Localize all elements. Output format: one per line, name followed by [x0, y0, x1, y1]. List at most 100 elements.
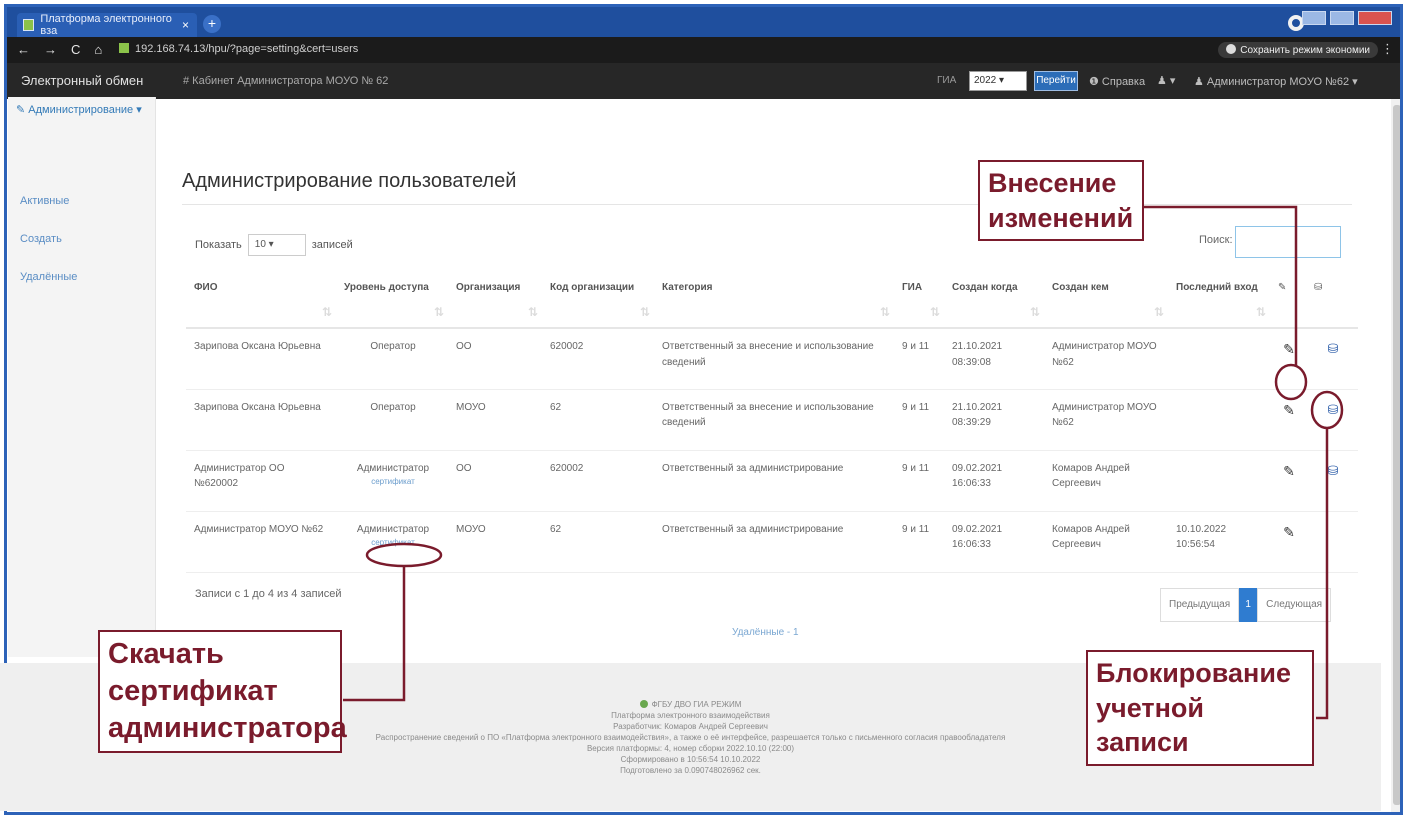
- page-title: Администрирование пользователей: [182, 170, 517, 192]
- cell-last-login: [1168, 389, 1270, 451]
- cell-category: Ответственный за внесение и использовани…: [654, 328, 894, 390]
- go-button[interactable]: Перейти: [1034, 71, 1078, 91]
- search-input[interactable]: [1235, 226, 1341, 258]
- edit-button[interactable]: ✎: [1270, 511, 1306, 573]
- col-edit[interactable]: ✎: [1270, 270, 1306, 329]
- pencil-icon: ✎: [1283, 462, 1295, 479]
- footer-line: Подготовлено за 0.090748026962 сек.: [620, 766, 761, 775]
- app-brand[interactable]: Электронный обмен: [21, 73, 143, 88]
- user-lock-icon: ⛁: [1327, 341, 1339, 356]
- cell-org: ОО: [448, 450, 542, 512]
- forward-icon[interactable]: →: [44, 42, 57, 57]
- pencil-icon: ✎: [1283, 523, 1295, 540]
- col-category[interactable]: Категория ⇅: [654, 270, 894, 329]
- col-gia[interactable]: ГИА ⇅: [894, 270, 944, 329]
- browser-tab-strip: Платформа электронного вза × +: [7, 7, 1400, 37]
- block-user-button[interactable]: ⛁: [1306, 389, 1358, 451]
- close-window-button[interactable]: [1358, 11, 1392, 25]
- cell-created: 09.02.2021 16:06:33: [944, 511, 1044, 573]
- user-lock-icon: ⛁: [1327, 401, 1339, 417]
- edit-button[interactable]: ✎: [1270, 450, 1306, 512]
- reload-icon[interactable]: C: [71, 42, 80, 57]
- certificate-link[interactable]: сертификат: [344, 476, 442, 488]
- leaf-icon: [639, 700, 648, 708]
- cell-fio: Зарипова Оксана Юрьевна: [186, 328, 336, 390]
- address-bar: ← → C ⌂ 192.168.74.13/hpu/?page=setting&…: [7, 37, 1400, 63]
- cell-level: Администратор сертификат: [336, 511, 448, 573]
- year-select[interactable]: 2022 ▾: [969, 71, 1027, 91]
- col-org[interactable]: Организация ⇅: [448, 270, 542, 329]
- tab-close-icon[interactable]: ×: [182, 18, 189, 32]
- home-icon[interactable]: ⌂: [94, 42, 102, 57]
- table-row: Администратор МОУО №62 Администратор серт…: [186, 511, 1358, 573]
- cell-last-login: [1168, 328, 1270, 390]
- pager-current[interactable]: 1: [1239, 588, 1258, 622]
- col-fio[interactable]: ФИО ⇅: [186, 270, 336, 329]
- back-icon[interactable]: ←: [17, 42, 30, 57]
- scrollbar-thumb[interactable]: [1393, 105, 1400, 805]
- deleted-users-link[interactable]: Удалённые - 1: [732, 627, 799, 638]
- app-navbar: Электронный обмен # Кабинет Администрато…: [7, 63, 1400, 99]
- sidebar-item-create[interactable]: Создать: [20, 233, 62, 245]
- cell-last-login: 10.10.2022 10:56:54: [1168, 511, 1270, 573]
- cell-created-by: Администратор МОУО №62: [1044, 328, 1168, 390]
- page-scrollbar[interactable]: [1391, 99, 1400, 812]
- window-controls: [1302, 11, 1392, 25]
- block-user-button[interactable]: [1306, 511, 1358, 573]
- table-row: Зарипова Оксана Юрьевна Оператор МОУО 62…: [186, 389, 1358, 451]
- maximize-button[interactable]: [1330, 11, 1354, 25]
- cell-fio: Администратор МОУО №62: [186, 511, 336, 573]
- col-last-login[interactable]: Последний вход ⇅: [1168, 270, 1270, 329]
- cell-created: 21.10.2021 08:39:29: [944, 389, 1044, 451]
- col-block[interactable]: ⛁: [1306, 270, 1358, 329]
- minimize-button[interactable]: [1302, 11, 1326, 25]
- sidebar-item-active[interactable]: Активные: [20, 195, 69, 207]
- url-field[interactable]: 192.168.74.13/hpu/?page=setting&cert=use…: [119, 43, 358, 55]
- cell-gia: 9 и 11: [894, 450, 944, 512]
- cell-gia: 9 и 11: [894, 389, 944, 451]
- pager-prev[interactable]: Предыдущая: [1160, 588, 1240, 622]
- pencil-icon: ✎: [1283, 401, 1295, 418]
- edit-button[interactable]: ✎: [1270, 328, 1306, 390]
- block-user-button[interactable]: ⛁: [1306, 328, 1358, 390]
- records-info: Записи с 1 до 4 из 4 записей: [195, 588, 342, 600]
- page-length-select[interactable]: 10 ▾: [247, 234, 306, 256]
- cell-gia: 9 и 11: [894, 511, 944, 573]
- site-info-icon[interactable]: [119, 43, 129, 53]
- cell-org: МОУО: [448, 511, 542, 573]
- sidebar-item-deleted[interactable]: Удалённые: [20, 271, 77, 283]
- cell-code: 62: [542, 389, 654, 451]
- show-suffix: записей: [311, 238, 353, 251]
- new-tab-button[interactable]: +: [203, 15, 221, 33]
- account-menu[interactable]: ♟ Администратор МОУО №62 ▾: [1194, 75, 1358, 88]
- pager-next[interactable]: Следующая: [1257, 588, 1332, 622]
- cabinet-link[interactable]: # Кабинет Администратора МОУО № 62: [183, 75, 388, 87]
- sidebar-header[interactable]: ✎ Администрирование ▾: [16, 103, 142, 116]
- tab-title: Платформа электронного вза: [40, 13, 172, 37]
- cell-created-by: Администратор МОУО №62: [1044, 389, 1168, 451]
- col-created-by[interactable]: Создан кем ⇅: [1044, 270, 1168, 329]
- block-user-button[interactable]: ⛁: [1306, 450, 1358, 512]
- callout-certificate: Скачать сертификат администратора: [98, 630, 347, 754]
- browser-menu-icon[interactable]: ⋮: [1381, 41, 1394, 57]
- col-created[interactable]: Создан когда ⇅: [944, 270, 1044, 329]
- title-divider: [182, 204, 1352, 205]
- table-row: Зарипова Оксана Юрьевна Оператор ОО 6200…: [186, 328, 1358, 390]
- col-org-code[interactable]: Код организации ⇅: [542, 270, 654, 329]
- users-table: ФИО ⇅ Уровень доступа ⇅ Организация ⇅ Код о…: [186, 270, 1358, 573]
- col-level[interactable]: Уровень доступа ⇅: [336, 270, 448, 329]
- user-menu-icon[interactable]: ♟ ▾: [1157, 74, 1175, 87]
- cell-level: Оператор: [336, 389, 448, 451]
- battery-icon: [1226, 44, 1237, 54]
- battery-saver-button[interactable]: Сохранить режим экономии: [1218, 42, 1378, 58]
- cell-gia: 9 и 11: [894, 328, 944, 390]
- cell-created: 21.10.2021 08:39:08: [944, 328, 1044, 390]
- callout-block: Блокирование учетной записи: [1086, 650, 1314, 766]
- cell-created-by: Комаров Андрей Сергеевич: [1044, 511, 1168, 573]
- table-header-row: ФИО ⇅ Уровень доступа ⇅ Организация ⇅ Код о…: [186, 270, 1358, 329]
- search-label: Поиск:: [1199, 234, 1233, 246]
- edit-button[interactable]: ✎: [1270, 389, 1306, 451]
- browser-tab[interactable]: Платформа электронного вза ×: [17, 13, 197, 37]
- help-link[interactable]: ❶ Справка: [1089, 75, 1145, 88]
- certificate-link[interactable]: сертификат: [344, 537, 442, 549]
